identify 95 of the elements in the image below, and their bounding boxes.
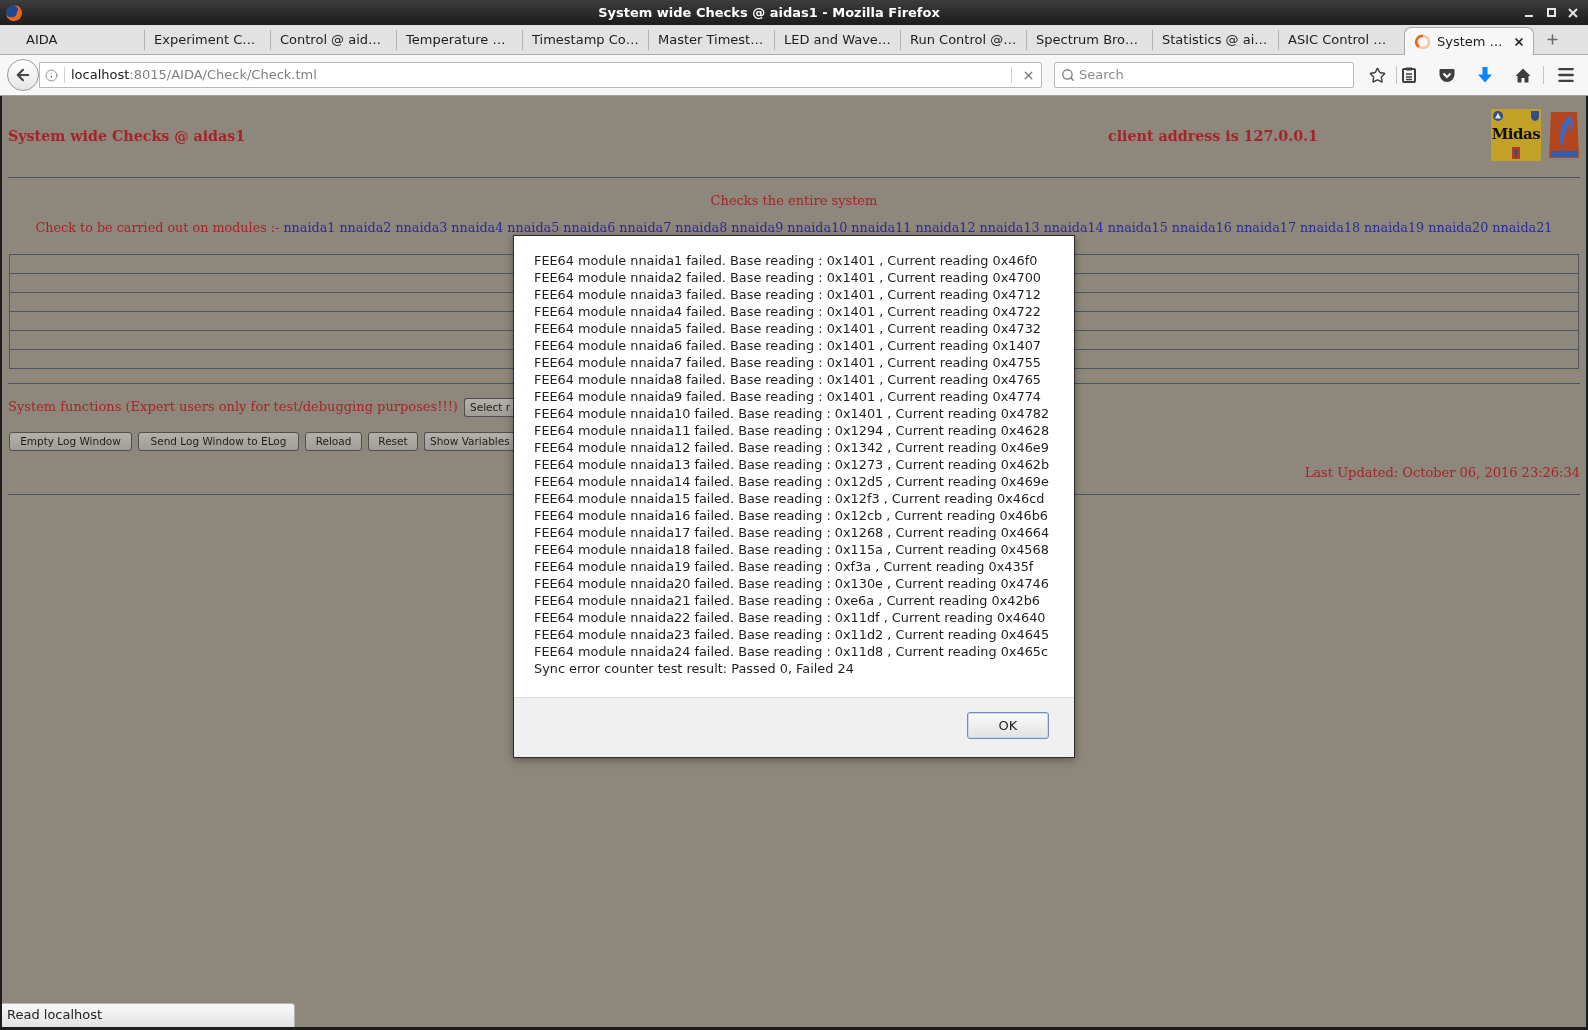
message-line: FEE64 module nnaida19 failed. Base reading : 0xf3a , Current reading 0x435f <box>534 558 1034 575</box>
message-line: FEE64 module nnaida22 failed. Base reading : 0x11df , Current reading 0x4640 <box>534 609 1046 626</box>
browser-tab[interactable]: LED and Wave… <box>775 25 900 54</box>
module-link[interactable]: nnaida15 <box>1107 220 1168 236</box>
module-link[interactable]: nnaida19 <box>1364 220 1425 236</box>
message-line: FEE64 module nnaida10 failed. Base reading : 0x1401 , Current reading 0x4782 <box>534 405 1050 422</box>
module-link[interactable]: nnaida8 <box>675 220 728 236</box>
plus-icon <box>1544 32 1560 47</box>
module-link[interactable]: nnaida21 <box>1492 220 1553 236</box>
message-line: FEE64 module nnaida3 failed. Base reading : 0x1401 , Current reading 0x4712 <box>534 286 1041 303</box>
message-line: FEE64 module nnaida15 failed. Base reading : 0x12f3 , Current reading 0x46cd <box>534 490 1045 507</box>
browser-tab[interactable]: Experiment C… <box>145 25 270 54</box>
triangle-emblem-icon <box>1493 111 1503 121</box>
page-title: System wide Checks @ aidas1 <box>8 126 246 146</box>
module-link[interactable]: nnaida9 <box>731 220 784 236</box>
browser-tab[interactable]: AIDA <box>0 25 144 54</box>
client-address: client address is 127.0.0.1 <box>1108 126 1318 146</box>
module-link[interactable]: nnaida4 <box>451 220 504 236</box>
star-icon <box>1368 66 1386 84</box>
firefox-logo-icon <box>6 4 22 21</box>
message-line: FEE64 module nnaida11 failed. Base reading : 0x1294 , Current reading 0x4628 <box>534 422 1050 439</box>
clipboard-list-icon <box>1402 67 1416 83</box>
browser-tab[interactable]: Timestamp Co… <box>523 25 648 54</box>
menu-icon <box>1556 65 1576 85</box>
module-link[interactable]: nnaida20 <box>1428 220 1489 236</box>
page-button[interactable]: Reset <box>368 432 418 451</box>
feather-logo-icon <box>1548 110 1580 160</box>
module-link[interactable]: nnaida2 <box>339 220 392 236</box>
module-link[interactable]: nnaida3 <box>395 220 448 236</box>
browser-tab[interactable]: Statistics @ ai… <box>1153 25 1278 54</box>
select-dropdown[interactable]: Select r <box>464 397 513 417</box>
module-link[interactable]: nnaida14 <box>1043 220 1104 236</box>
home-icon <box>1515 67 1531 83</box>
message-line: FEE64 module nnaida2 failed. Base reading : 0x1401 , Current reading 0x4700 <box>534 269 1041 286</box>
close-icon[interactable] <box>1513 35 1525 48</box>
browser-tab[interactable]: System … <box>1404 27 1534 55</box>
message-line: FEE64 module nnaida17 failed. Base reading : 0x1268 , Current reading 0x4664 <box>534 524 1050 541</box>
browser-tab[interactable]: Master Timest… <box>649 25 774 54</box>
browser-tab[interactable]: ASIC Control … <box>1279 25 1404 54</box>
message-line: Sync error counter test result: Passed 0, Failed 24 <box>534 660 854 677</box>
module-link[interactable]: nnaida12 <box>915 220 976 236</box>
message-line: FEE64 module nnaida6 failed. Base reading : 0x1401 , Current reading 0x1407 <box>534 337 1041 354</box>
module-link[interactable]: nnaida1 <box>283 220 336 236</box>
message-line: FEE64 module nnaida7 failed. Base reading : 0x1401 , Current reading 0x4755 <box>534 354 1041 371</box>
page-button[interactable]: Send Log Window to ELog <box>138 432 299 451</box>
last-updated: Last Updated: October 06, 2016 23:26:34 <box>1304 465 1580 481</box>
page-button[interactable]: Show Variables <box>424 432 513 451</box>
section-title: Checks the entire system <box>710 193 878 209</box>
message-line: FEE64 module nnaida12 failed. Base reading : 0x1342 , Current reading 0x46e9 <box>534 439 1049 456</box>
message-line: FEE64 module nnaida18 failed. Base reading : 0x115a , Current reading 0x4568 <box>534 541 1049 558</box>
message-line: FEE64 module nnaida4 failed. Base reading : 0x1401 , Current reading 0x4722 <box>534 303 1041 320</box>
info-icon[interactable] <box>45 68 58 82</box>
maximize-icon <box>1546 8 1556 17</box>
modules-label: Check to be carried out on modules :- <box>35 220 280 236</box>
address-field[interactable]: localhost:8015/AIDA/Check/Check.tml <box>39 62 1042 88</box>
message-line: FEE64 module nnaida24 failed. Base reading : 0x11d8 , Current reading 0x465c <box>534 643 1049 660</box>
shield-icon <box>1531 111 1539 121</box>
search-field[interactable]: Search <box>1054 62 1354 88</box>
message-line: FEE64 module nnaida23 failed. Base reading : 0x11d2 , Current reading 0x4645 <box>534 626 1050 643</box>
module-link[interactable]: nnaida17 <box>1235 220 1296 236</box>
module-link[interactable]: nnaida5 <box>507 220 560 236</box>
module-link[interactable]: nnaida11 <box>851 220 912 236</box>
message-line: FEE64 module nnaida9 failed. Base reading : 0x1401 , Current reading 0x4774 <box>534 388 1041 405</box>
download-icon <box>1478 67 1492 83</box>
window-title: System wide Checks @ aidas1 - Mozilla Firefox <box>598 4 940 21</box>
cross-tile-icon <box>1512 147 1520 159</box>
search-icon <box>1061 68 1075 82</box>
system-functions-label: System functions (Expert users only for test/debugging purposes!!!) <box>8 398 458 417</box>
message-line: FEE64 module nnaida8 failed. Base reading : 0x1401 , Current reading 0x4765 <box>534 371 1041 388</box>
module-link[interactable]: nnaida7 <box>619 220 672 236</box>
page-button[interactable]: Empty Log Window <box>9 432 132 451</box>
message-line: FEE64 module nnaida1 failed. Base reading : 0x1401 , Current reading 0x46f0 <box>534 252 1038 269</box>
back-button[interactable] <box>7 59 39 91</box>
browser-tab[interactable]: Run Control @… <box>901 25 1026 54</box>
module-link[interactable]: nnaida10 <box>787 220 848 236</box>
message-line: FEE64 module nnaida13 failed. Base reading : 0x1273 , Current reading 0x462b <box>534 456 1050 473</box>
browser-tab[interactable]: Temperature … <box>397 25 522 54</box>
minimize-icon <box>1525 14 1533 17</box>
message-line: FEE64 module nnaida16 failed. Base reading : 0x12cb , Current reading 0x46b6 <box>534 507 1049 524</box>
module-link[interactable]: nnaida13 <box>979 220 1040 236</box>
shield-chevron-icon <box>1439 67 1455 83</box>
browser-tab[interactable]: Spectrum Bro… <box>1027 25 1152 54</box>
browser-tab[interactable]: Control @ aid… <box>271 25 396 54</box>
message-line: FEE64 module nnaida21 failed. Base reading : 0xe6a , Current reading 0x42b6 <box>534 592 1040 609</box>
logo-text: Midas <box>1491 126 1541 142</box>
message-line: FEE64 module nnaida5 failed. Base reading : 0x1401 , Current reading 0x4732 <box>534 320 1041 337</box>
status-tooltip: Read localhost <box>2 1003 295 1027</box>
close-icon <box>1568 7 1578 18</box>
message-line: FEE64 module nnaida20 failed. Base reading : 0x130e , Current reading 0x4746 <box>534 575 1049 592</box>
message-line: FEE64 module nnaida14 failed. Base reading : 0x12d5 , Current reading 0x469e <box>534 473 1049 490</box>
module-link[interactable]: nnaida18 <box>1300 220 1361 236</box>
ok-button[interactable]: OK <box>967 712 1049 739</box>
module-link[interactable]: nnaida16 <box>1171 220 1232 236</box>
page-button[interactable]: Reload <box>305 432 362 451</box>
module-link[interactable]: nnaida6 <box>563 220 616 236</box>
